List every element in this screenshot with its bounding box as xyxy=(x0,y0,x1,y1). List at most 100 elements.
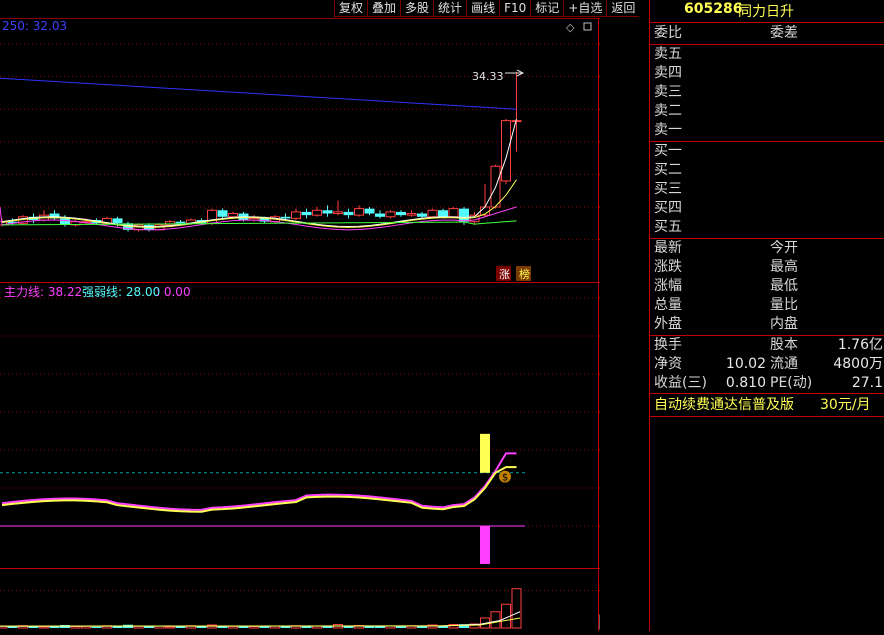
toolbar-button-2[interactable]: 多股 xyxy=(400,0,434,17)
candle-body xyxy=(427,209,438,218)
quote-label: 最高 xyxy=(770,259,798,275)
candle-body xyxy=(364,208,375,214)
candle-body xyxy=(375,213,385,217)
fundamental-value: 27.1 xyxy=(851,375,883,391)
volume-bar xyxy=(375,626,385,628)
strength-line xyxy=(1,466,517,513)
buy-level-row: 买一 xyxy=(650,142,884,161)
menu-icon xyxy=(583,22,592,31)
extra-label: : 0.00 xyxy=(156,285,191,299)
kline-chart-svg[interactable]: 36.0034.0032.0030.0028.0026.0024.00250: … xyxy=(0,0,645,631)
volume-bar xyxy=(39,626,49,629)
sell-level-label: 卖三 xyxy=(654,84,682,100)
fundamental-label: 股本 xyxy=(770,337,798,353)
fundamental-label: 流通 xyxy=(770,356,798,372)
sell-level-label: 卖一 xyxy=(654,122,682,138)
promo-banner[interactable]: 自动续费通达信普及版 30元/月 xyxy=(650,394,884,416)
sell-level-row: 卖二 xyxy=(650,102,884,121)
promo-text: 自动续费通达信普及版 xyxy=(654,397,794,413)
candle-body xyxy=(312,209,322,216)
candle-body xyxy=(301,211,312,216)
candle-body xyxy=(417,213,427,217)
fundamental-value: 0.810 xyxy=(725,375,766,391)
buy-level-row: 买五 xyxy=(650,218,884,237)
limit-up-badge: 涨 xyxy=(499,268,510,281)
buy-level-row: 买四 xyxy=(650,199,884,218)
strength-label: 强弱线: 28.00 xyxy=(82,285,160,299)
quote-label: 内盘 xyxy=(770,316,798,332)
buy-level-row: 买二 xyxy=(650,161,884,180)
candle-body xyxy=(459,208,469,222)
buy-level-label: 买一 xyxy=(654,143,682,159)
toolbar-button-5[interactable]: F10 xyxy=(499,0,531,17)
quote-row: 涨跌 最高 xyxy=(650,258,884,277)
stock-name: 同力日升 xyxy=(738,4,794,20)
fundamental-value: 1.76亿 xyxy=(837,337,883,353)
candle-body xyxy=(322,210,333,214)
ma250-line xyxy=(0,77,517,110)
candle-body xyxy=(280,216,291,219)
chart-area[interactable]: 36.0034.0032.0030.0028.0026.0024.00250: … xyxy=(0,0,645,631)
volume-bar xyxy=(165,626,175,629)
toolbar-button-4[interactable]: 画线 xyxy=(466,0,500,17)
order-diff-label: 委差 xyxy=(770,25,798,41)
sell-level-row: 卖四 xyxy=(650,64,884,83)
divider xyxy=(650,22,884,23)
toolbar: 复权 叠加 多股 统计 画线 F10 标记 +自选 返回 xyxy=(334,0,640,17)
quote-label: 外盘 xyxy=(654,316,682,332)
fundamental-label: 收益(三) xyxy=(654,375,707,391)
volume-bar xyxy=(249,626,259,629)
buy-level-row: 买三 xyxy=(650,180,884,199)
volume-ma2-line xyxy=(0,617,521,627)
peak-price-label: 34.33 xyxy=(472,70,504,83)
volume-bar xyxy=(144,626,154,628)
diamond-icon: ◇ xyxy=(566,21,575,34)
volume-bar xyxy=(70,626,81,629)
candle-body xyxy=(112,218,123,224)
volume-ma-line xyxy=(0,611,521,627)
ma250-label: 250: 32.03 xyxy=(2,19,67,33)
quote-panel: 605286 同力日升 委比 委差 自动续费通达信普及版 30元/月 卖五 卖四卖… xyxy=(649,0,884,631)
candle-body xyxy=(175,221,186,224)
toolbar-button-8[interactable]: 返回 xyxy=(606,0,640,17)
main-force-label: 主力线: 38.22 xyxy=(4,285,82,299)
order-ratio-row: 委比 委差 xyxy=(650,24,884,43)
volume-bar xyxy=(91,626,102,628)
quote-row: 总量 量比 xyxy=(650,296,884,315)
sell-level-row: 卖五 xyxy=(650,45,884,64)
candle-body xyxy=(228,213,238,218)
volume-bar xyxy=(196,626,207,628)
candle-body xyxy=(385,211,396,218)
fundamental-label: 换手 xyxy=(654,337,682,353)
toolbar-button-1[interactable]: 叠加 xyxy=(367,0,401,17)
toolbar-button-7[interactable]: +自选 xyxy=(563,0,607,17)
candle-body xyxy=(448,208,459,218)
volume-bar xyxy=(490,611,501,629)
quote-label: 涨跌 xyxy=(654,259,682,275)
candle-body xyxy=(354,208,364,216)
fundamental-value: 4800万 xyxy=(833,356,883,372)
stock-code: 605286 xyxy=(684,1,743,17)
quote-label: 最新 xyxy=(654,240,682,256)
toolbar-button-0[interactable]: 复权 xyxy=(334,0,368,17)
candle-body xyxy=(501,120,511,182)
signal-bar-magenta xyxy=(480,526,490,564)
candle-body xyxy=(291,211,301,219)
volume-bar xyxy=(280,626,291,628)
toolbar-button-6[interactable]: 标记 xyxy=(530,0,564,17)
signal-bar-yellow xyxy=(480,433,490,473)
quote-label: 涨幅 xyxy=(654,278,682,294)
quote-row: 涨幅 最低 xyxy=(650,277,884,296)
quote-label: 总量 xyxy=(654,297,682,313)
candle-body xyxy=(396,211,406,216)
quote-row: 最新 今开 xyxy=(650,239,884,258)
candle-body xyxy=(406,213,417,216)
buy-level-label: 买四 xyxy=(654,200,682,216)
quote-label: 最低 xyxy=(770,278,798,294)
toolbar-button-3[interactable]: 统计 xyxy=(433,0,467,17)
sell-level-row: 卖三 xyxy=(650,83,884,102)
quote-label: 量比 xyxy=(770,297,798,313)
buy-level-label: 买三 xyxy=(654,181,682,197)
candle-body xyxy=(343,211,354,216)
candle-body xyxy=(333,211,343,215)
